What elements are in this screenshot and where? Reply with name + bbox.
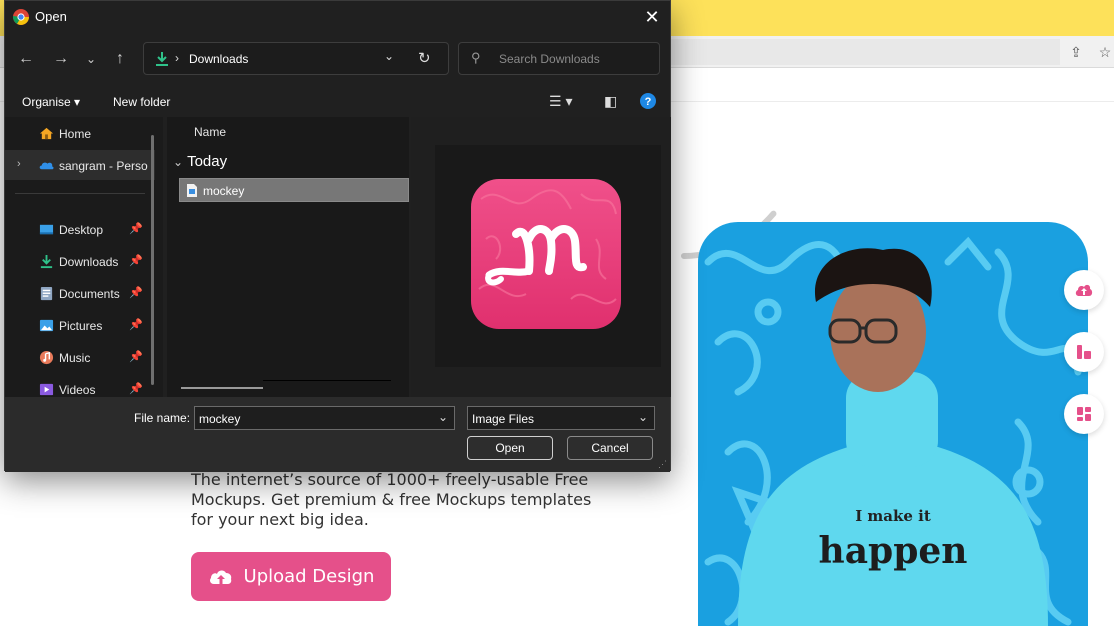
svg-text:?: ? [645, 96, 652, 108]
close-icon[interactable]: ✕ [640, 5, 664, 29]
expand-chevron-icon[interactable]: › [17, 158, 21, 170]
address-bar[interactable]: › Downloads ⌄ ↻ [143, 42, 449, 75]
pictures-icon [39, 319, 54, 332]
dialog-titlebar: Open ✕ [5, 1, 670, 33]
cloud-upload-icon [209, 569, 231, 585]
refresh-icon[interactable]: ↻ [418, 49, 431, 67]
mockey-logo-preview [471, 179, 621, 329]
downloads-icon [156, 52, 168, 66]
side-action-icons [1064, 270, 1104, 456]
nav-divider [15, 193, 145, 194]
music-icon [39, 350, 54, 365]
share-icon[interactable]: ⇪ [1067, 43, 1085, 61]
horizontal-scrollbar[interactable] [181, 387, 263, 389]
breadcrumb-downloads[interactable]: Downloads [189, 52, 248, 66]
nav-item-desktop[interactable]: Desktop 📌 [5, 214, 155, 244]
organise-menu[interactable]: Organise ▾ [22, 95, 80, 109]
grid-side-icon[interactable] [1064, 394, 1104, 434]
cancel-button[interactable]: Cancel [567, 436, 653, 460]
url-field[interactable] [670, 39, 1060, 65]
search-placeholder: Search Downloads [499, 52, 600, 66]
preview-pane [411, 117, 671, 397]
recent-locations-chevron-icon[interactable]: ⌄ [79, 47, 103, 71]
column-header-name[interactable]: Name [194, 125, 226, 139]
resize-grip-icon[interactable]: ⋰ [658, 459, 667, 470]
nav-item-videos[interactable]: Videos 📌 [5, 374, 155, 397]
file-item-mockey[interactable]: mockey [179, 178, 409, 202]
help-icon[interactable]: ? [640, 93, 656, 111]
onedrive-cloud-icon [39, 162, 54, 170]
file-name-field[interactable]: mockey ⌄ [194, 406, 455, 430]
up-arrow-icon[interactable]: ↑ [108, 47, 132, 71]
preview-pane-icon[interactable]: ◧ [604, 93, 617, 111]
open-file-dialog: Open ✕ ← → ⌄ ↑ › Downloads ⌄ ↻ ⚲ Search … [4, 0, 671, 472]
star-icon[interactable]: ☆ [1096, 43, 1114, 61]
nav-item-pictures[interactable]: Pictures 📌 [5, 310, 155, 340]
scroll-track [263, 380, 391, 381]
pin-icon: 📌 [129, 351, 143, 363]
pin-icon: 📌 [129, 383, 143, 395]
forward-arrow-icon[interactable]: → [49, 47, 73, 71]
nav-item-onedrive[interactable]: › sangram - Perso [5, 150, 155, 180]
navigation-pane: Home › sangram - Perso Desktop 📌 Downloa… [5, 117, 163, 397]
nav-item-downloads[interactable]: Downloads 📌 [5, 246, 155, 276]
file-type-dropdown-icon[interactable]: ⌄ [638, 410, 648, 424]
view-options-icon[interactable]: ☰ ▾ [549, 93, 572, 111]
command-bar: Organise ▾ New folder ☰ ▾ ◧ ? [5, 87, 670, 117]
group-header-today[interactable]: ⌄ Today [173, 153, 227, 170]
pin-icon: 📌 [129, 319, 143, 331]
search-icon: ⚲ [471, 50, 481, 65]
upload-design-button[interactable]: Upload Design [191, 552, 391, 601]
collapse-chevron-icon[interactable]: ⌄ [173, 155, 183, 169]
tshirt-text-line-2: happen [818, 530, 968, 572]
hero-description: The internet’s source of 1000+ freely-us… [191, 470, 592, 529]
search-downloads-field[interactable]: ⚲ Search Downloads [458, 42, 660, 75]
file-name-dropdown-icon[interactable]: ⌄ [438, 410, 448, 424]
open-button[interactable]: Open [467, 436, 553, 460]
pin-icon: 📌 [129, 255, 143, 267]
home-icon [39, 127, 54, 140]
file-name-label: File name: [134, 411, 191, 425]
breadcrumb-separator: › [175, 51, 179, 65]
pin-icon: 📌 [129, 287, 143, 299]
dialog-footer: File name: mockey ⌄ Image Files ⌄ Open C… [5, 397, 670, 472]
nav-item-music[interactable]: Music 📌 [5, 342, 155, 372]
pin-icon: 📌 [129, 223, 143, 235]
tshirt-text-line-1: I make it [855, 507, 931, 525]
back-arrow-icon[interactable]: ← [14, 47, 38, 71]
desktop-icon [39, 224, 54, 235]
new-folder-button[interactable]: New folder [113, 95, 170, 109]
navigation-row: ← → ⌄ ↑ › Downloads ⌄ ↻ ⚲ Search Downloa… [5, 37, 670, 81]
dialog-title: Open [35, 9, 67, 24]
image-file-icon [187, 184, 197, 197]
layout-side-icon[interactable] [1064, 332, 1104, 372]
file-type-select[interactable]: Image Files ⌄ [467, 406, 655, 430]
nav-item-documents[interactable]: Documents 📌 [5, 278, 155, 308]
documents-icon [40, 286, 53, 301]
chrome-icon [13, 9, 29, 25]
upload-design-label: Upload Design [243, 566, 375, 587]
cloud-upload-side-icon[interactable] [1064, 270, 1104, 310]
downloads-icon [40, 254, 53, 269]
navigation-scrollbar[interactable] [151, 135, 154, 385]
address-dropdown-icon[interactable]: ⌄ [384, 49, 394, 63]
hero-model-image: I make it happen [698, 222, 1088, 626]
file-list-pane: Name ⌄ Today mockey [167, 117, 409, 397]
nav-item-home[interactable]: Home [5, 118, 155, 148]
videos-icon [39, 383, 54, 396]
